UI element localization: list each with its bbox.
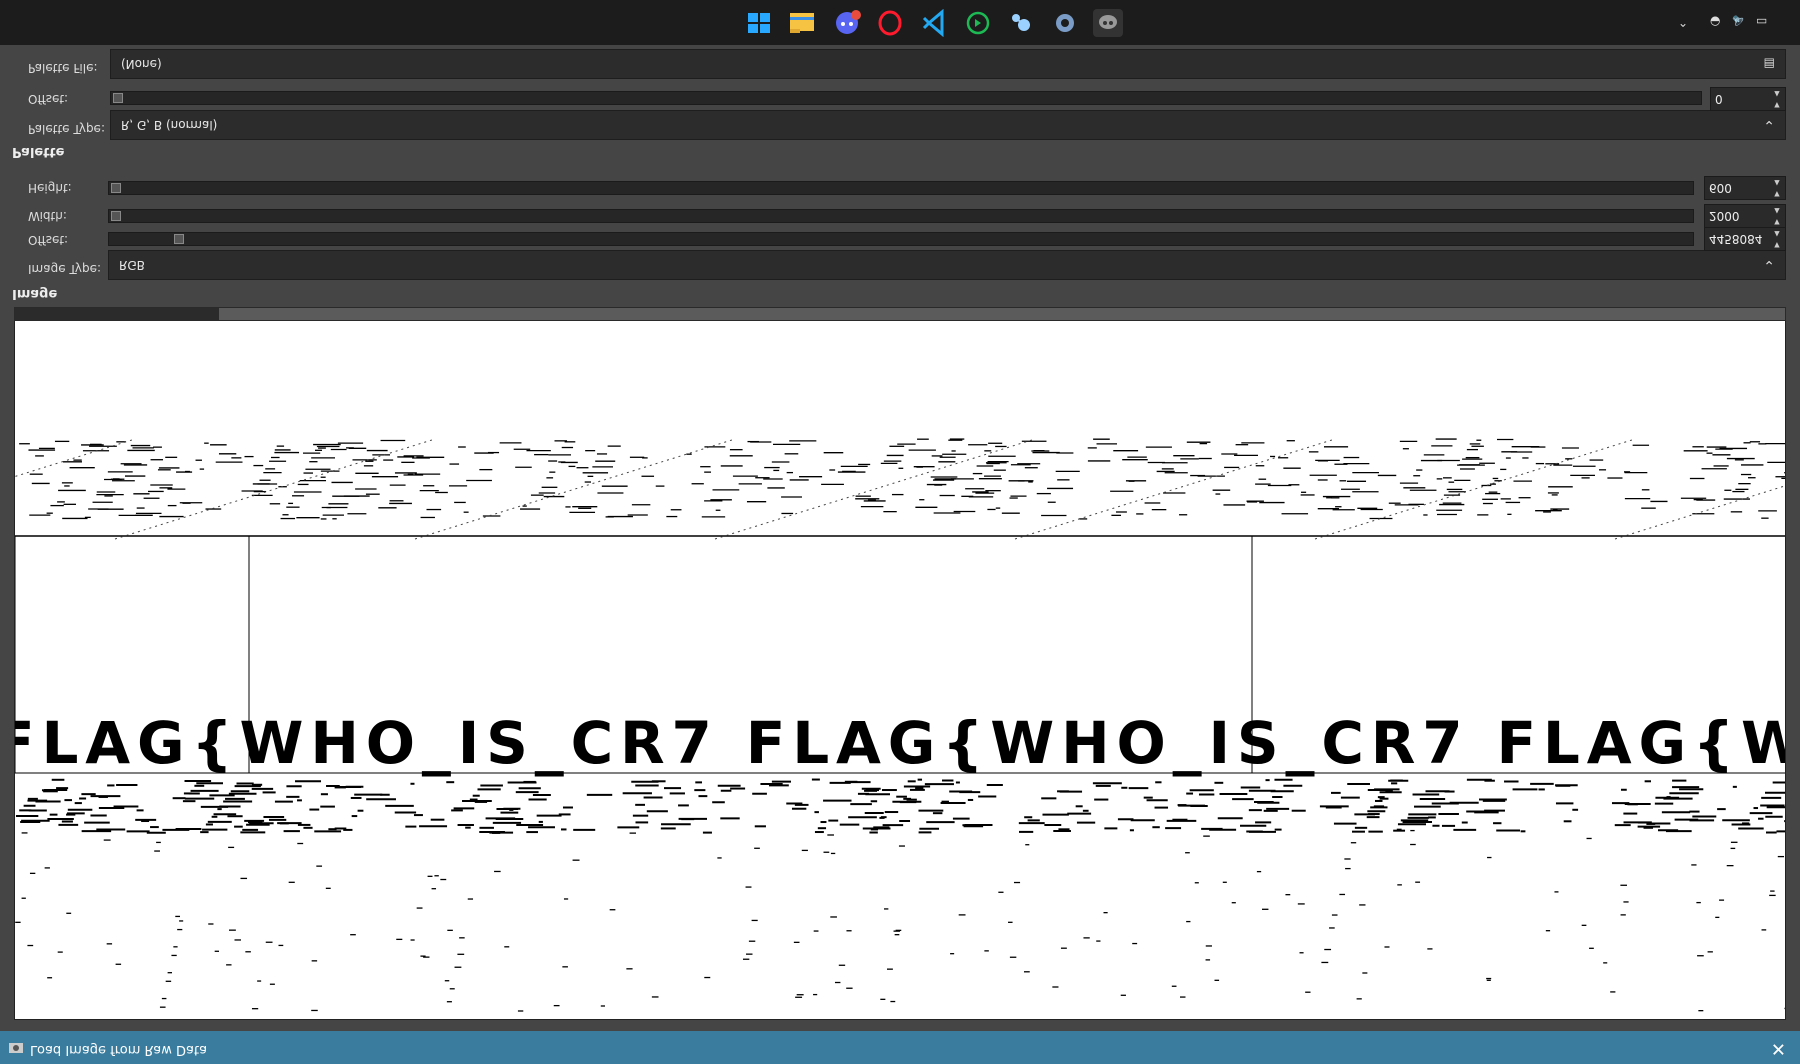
image-offset-label: Offset: [28, 233, 69, 247]
image-preview[interactable]: FLAG{WHO_IS_CR7 FLAG{WHO_IS_CR7 FLAG{W [14, 320, 1786, 1020]
flipped-screen: Load Image from Raw Data ✕ FLAG{WHO_IS_C… [0, 0, 1800, 1064]
slider-handle[interactable] [174, 234, 184, 244]
image-height-value: 600 [1709, 181, 1732, 195]
file-explorer-icon[interactable] [787, 9, 817, 37]
image-width-slider[interactable] [108, 209, 1694, 223]
gimp-icon[interactable] [1093, 9, 1123, 37]
vscode-icon[interactable] [920, 9, 950, 37]
slider-handle[interactable] [111, 183, 121, 193]
image-type-label: Image Type: [28, 262, 102, 276]
spinner-arrows-icon[interactable]: ▼ ▲ [1772, 88, 1782, 110]
close-icon[interactable]: ✕ [1771, 1038, 1786, 1059]
discord-icon[interactable] [832, 9, 862, 37]
image-offset-spinner[interactable]: 4458084 ▼ ▲ [1704, 227, 1786, 251]
palette-file-value: (None) [121, 57, 162, 71]
image-width-value: 2000 [1709, 209, 1740, 223]
windows-start-icon[interactable] [744, 9, 774, 37]
palette-file-chooser[interactable]: (None) ▤ [110, 49, 1786, 79]
image-offset-slider[interactable] [108, 232, 1694, 246]
windows-taskbar: ⌃ ◒ 🔈 ▭ [0, 0, 1800, 45]
palette-type-value: R, G, B (normal) [121, 118, 218, 132]
settings-icon[interactable] [1050, 9, 1080, 37]
image-offset-value: 4458084 [1709, 232, 1763, 246]
image-width-label: Width: [28, 209, 67, 223]
battery-icon[interactable]: ▭ [1756, 15, 1767, 29]
image-width-spinner[interactable]: 2000 ▼ ▲ [1704, 204, 1786, 228]
scrollbar-thumb[interactable] [15, 308, 219, 320]
palette-type-select[interactable]: R, G, B (normal) ⌄ [110, 110, 1786, 140]
dialog-titlebar: Load Image from Raw Data ✕ [0, 1031, 1800, 1064]
preview-raw-image: FLAG{WHO_IS_CR7 FLAG{WHO_IS_CR7 FLAG{W [14, 438, 1786, 1012]
spinner-arrows-icon[interactable]: ▼ ▲ [1772, 205, 1782, 227]
spinner-arrows-icon[interactable]: ▼ ▲ [1772, 177, 1782, 199]
network-icon[interactable]: ◒ [1710, 15, 1720, 29]
volume-icon[interactable]: 🔈 [1732, 15, 1747, 29]
palette-type-label: Palette Type: [28, 122, 105, 136]
chevron-up-icon[interactable]: ⌃ [1678, 15, 1688, 29]
slider-handle[interactable] [113, 93, 123, 103]
folder-browse-icon[interactable]: ▤ [1764, 57, 1775, 71]
app-icon [9, 1043, 23, 1053]
palette-offset-slider[interactable] [110, 91, 1702, 105]
spinner-arrows-icon[interactable]: ▼ ▲ [1772, 228, 1782, 250]
image-height-spinner[interactable]: 600 ▼ ▲ [1704, 176, 1786, 200]
palette-offset-spinner[interactable]: 0 ▼ ▲ [1710, 87, 1786, 111]
palette-file-label: Palette File: [28, 61, 98, 75]
chevron-down-icon: ⌄ [1763, 117, 1775, 133]
image-height-slider[interactable] [108, 181, 1694, 195]
dialog-title: Load Image from Raw Data [30, 1042, 208, 1057]
image-height-label: Height: [28, 181, 72, 195]
opera-icon[interactable] [875, 9, 905, 37]
palette-offset-label: Offset: [28, 92, 69, 106]
refresh-app-icon[interactable] [963, 9, 993, 37]
palette-offset-value: 0 [1715, 92, 1723, 106]
slider-handle[interactable] [111, 211, 121, 221]
palette-section-label: Palette [12, 144, 65, 159]
image-type-value: RGB [119, 258, 145, 272]
flag-banner-text: FLAG{WHO_IS_CR7 FLAG{WHO_IS_CR7 FLAG{W [15, 709, 1786, 777]
image-section-label: Image [12, 286, 58, 301]
steam-icon[interactable] [1006, 9, 1036, 37]
image-type-select[interactable]: RGB ⌄ [108, 250, 1786, 280]
preview-horizontal-scrollbar[interactable] [14, 307, 1786, 321]
chevron-down-icon: ⌄ [1763, 257, 1775, 273]
